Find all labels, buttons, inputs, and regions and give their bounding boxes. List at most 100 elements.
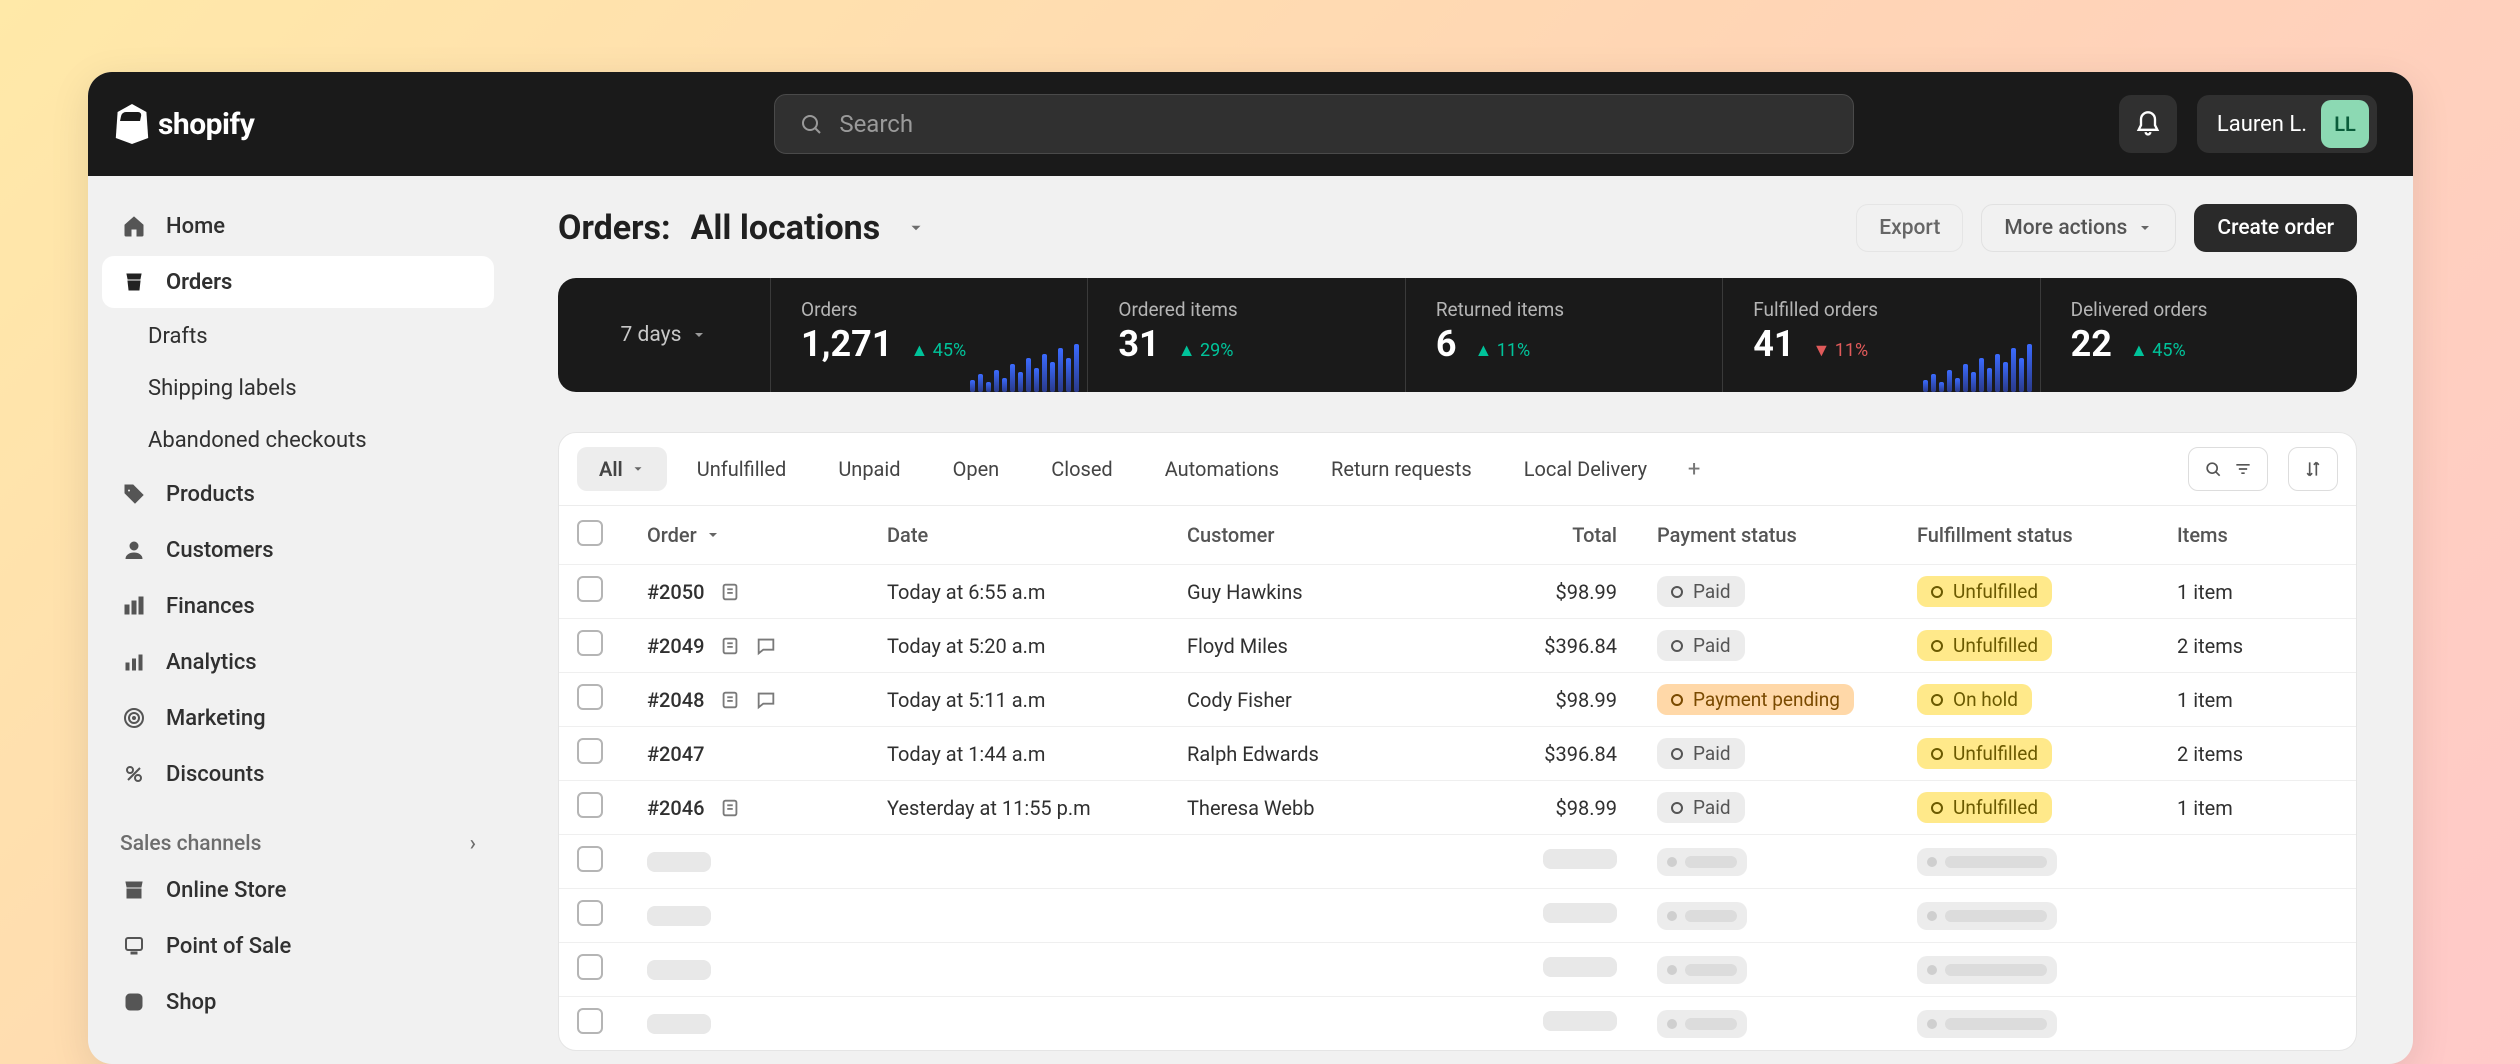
create-order-button[interactable]: Create order: [2194, 204, 2357, 252]
table-row[interactable]: #2048 Today at 5:11 a.m Cody Fisher $98.…: [559, 672, 2356, 726]
order-total: $98.99: [1457, 688, 1657, 712]
sidebar-item-analytics[interactable]: Analytics: [102, 636, 494, 688]
tab-open[interactable]: Open: [931, 447, 1022, 491]
table-row[interactable]: #2046 Yesterday at 11:55 p.m Theresa Web…: [559, 780, 2356, 834]
sidebar-item-orders[interactable]: Orders: [102, 256, 494, 308]
comment-icon: [755, 689, 777, 711]
status-skeleton: [1917, 848, 2057, 876]
note-icon: [719, 581, 741, 603]
table-row[interactable]: #2047 Today at 1:44 a.m Ralph Edwards $3…: [559, 726, 2356, 780]
row-checkbox[interactable]: [577, 630, 603, 656]
export-button[interactable]: Export: [1856, 204, 1963, 252]
nav-label: Home: [166, 214, 225, 239]
column-payment[interactable]: Payment status: [1657, 523, 1917, 547]
order-total: $396.84: [1457, 742, 1657, 766]
tab-label: Closed: [1051, 457, 1113, 481]
table-row[interactable]: #2050 Today at 6:55 a.m Guy Hawkins $98.…: [559, 564, 2356, 618]
sidebar-item-shipping-labels[interactable]: Shipping labels: [102, 364, 494, 412]
more-actions-button[interactable]: More actions: [1981, 204, 2176, 252]
sidebar-item-abandoned-checkouts[interactable]: Abandoned checkouts: [102, 416, 494, 464]
row-checkbox[interactable]: [577, 846, 603, 872]
column-total[interactable]: Total: [1457, 523, 1657, 547]
search-placeholder: Search: [839, 110, 913, 138]
row-checkbox[interactable]: [577, 792, 603, 818]
stat-orders[interactable]: Orders 1,271 ▲ 45%: [770, 278, 1087, 392]
row-checkbox[interactable]: [577, 576, 603, 602]
tab-return-requests[interactable]: Return requests: [1309, 447, 1494, 491]
payment-status-badge: Payment pending: [1657, 684, 1854, 715]
search-filter-button[interactable]: [2188, 447, 2268, 491]
tab-local-delivery[interactable]: Local Delivery: [1502, 447, 1669, 491]
avatar: LL: [2321, 100, 2369, 148]
sidebar-item-home[interactable]: Home: [102, 200, 494, 252]
location-dropdown[interactable]: [900, 212, 932, 244]
row-checkbox[interactable]: [577, 1008, 603, 1034]
stat-value: 1,271: [801, 323, 892, 365]
account-menu[interactable]: Lauren L. LL: [2197, 95, 2377, 153]
tab-all[interactable]: All: [577, 447, 667, 491]
sidebar-item-discounts[interactable]: Discounts: [102, 748, 494, 800]
tab-unfulfilled[interactable]: Unfulfilled: [675, 447, 809, 491]
column-fulfillment[interactable]: Fulfillment status: [1917, 523, 2177, 547]
page-title: Orders:: [558, 208, 671, 248]
sidebar-item-products[interactable]: Products: [102, 468, 494, 520]
search-icon: [799, 112, 823, 136]
status-skeleton: [1917, 902, 2057, 930]
tab-unpaid[interactable]: Unpaid: [816, 447, 922, 491]
nav-label: Discounts: [166, 762, 264, 787]
table-row-loading: [559, 888, 2356, 942]
orders-icon: [120, 268, 148, 296]
orders-table-card: All Unfulfilled UnpaidOpen Closed Automation…: [558, 432, 2357, 1051]
column-order[interactable]: Order: [647, 523, 887, 547]
stat-label: Ordered items: [1118, 298, 1374, 321]
sidebar-item-marketing[interactable]: Marketing: [102, 692, 494, 744]
shopify-bag-icon: [114, 104, 150, 144]
sidebar-item-finances[interactable]: Finances: [102, 580, 494, 632]
stat-delivered-orders[interactable]: Delivered orders 22 ▲ 45%: [2040, 278, 2357, 392]
brand-logo[interactable]: shopify: [114, 104, 254, 144]
payment-status-badge: Paid: [1657, 792, 1745, 823]
column-items[interactable]: Items: [2177, 523, 2327, 547]
sidebar-item-customers[interactable]: Customers: [102, 524, 494, 576]
sales-channels-header[interactable]: Sales channels ›: [102, 824, 494, 864]
row-checkbox[interactable]: [577, 738, 603, 764]
stat-label: Fulfilled orders: [1753, 298, 2009, 321]
tab-label: Automations: [1165, 457, 1279, 481]
stats-bar: 7 days Orders 1,271 ▲ 45% Ordered items …: [558, 278, 2357, 392]
column-date[interactable]: Date: [887, 523, 1187, 547]
date-range-selector[interactable]: 7 days: [558, 278, 770, 392]
tab-label: Unfulfilled: [697, 457, 787, 481]
global-search[interactable]: Search: [774, 94, 1854, 154]
stat-fulfilled-orders[interactable]: Fulfilled orders 41 ▼ 11%: [1722, 278, 2039, 392]
order-items: 1 item: [2177, 796, 2327, 820]
sidebar-item-drafts[interactable]: Drafts: [102, 312, 494, 360]
stat-ordered-items[interactable]: Ordered items 31 ▲ 29%: [1087, 278, 1404, 392]
sidebar: Home OrdersDraftsShipping labelsAbandoned…: [88, 176, 508, 1064]
order-customer: Theresa Webb: [1187, 796, 1457, 820]
topbar: shopify Search Lauren L. LL: [88, 72, 2413, 176]
channel-online-store[interactable]: Online Store: [102, 864, 494, 916]
select-all-checkbox[interactable]: [577, 520, 603, 546]
notifications-button[interactable]: [2119, 95, 2177, 153]
nav-label: Shop: [166, 990, 216, 1015]
order-date: Today at 5:11 a.m: [887, 688, 1187, 712]
tab-closed[interactable]: Closed: [1029, 447, 1135, 491]
channel-shop[interactable]: Shop: [102, 976, 494, 1028]
tab-automations[interactable]: Automations: [1143, 447, 1301, 491]
chevron-right-icon: ›: [470, 832, 476, 856]
table-row[interactable]: #2049 Today at 5:20 a.m Floyd Miles $396…: [559, 618, 2356, 672]
row-checkbox[interactable]: [577, 900, 603, 926]
channel-point-of-sale[interactable]: Point of Sale: [102, 920, 494, 972]
sparkline: [1923, 338, 2040, 392]
fulfillment-status-badge: Unfulfilled: [1917, 576, 2052, 607]
column-customer[interactable]: Customer: [1187, 523, 1457, 547]
stat-value: 6: [1436, 323, 1457, 365]
nav-label: Online Store: [166, 878, 286, 903]
analytics-icon: [120, 648, 148, 676]
order-items: 2 items: [2177, 742, 2327, 766]
row-checkbox[interactable]: [577, 684, 603, 710]
stat-returned-items[interactable]: Returned items 6 ▲ 11%: [1405, 278, 1722, 392]
sort-button[interactable]: [2288, 447, 2338, 491]
row-checkbox[interactable]: [577, 954, 603, 980]
add-view-button[interactable]: +: [1677, 452, 1711, 486]
